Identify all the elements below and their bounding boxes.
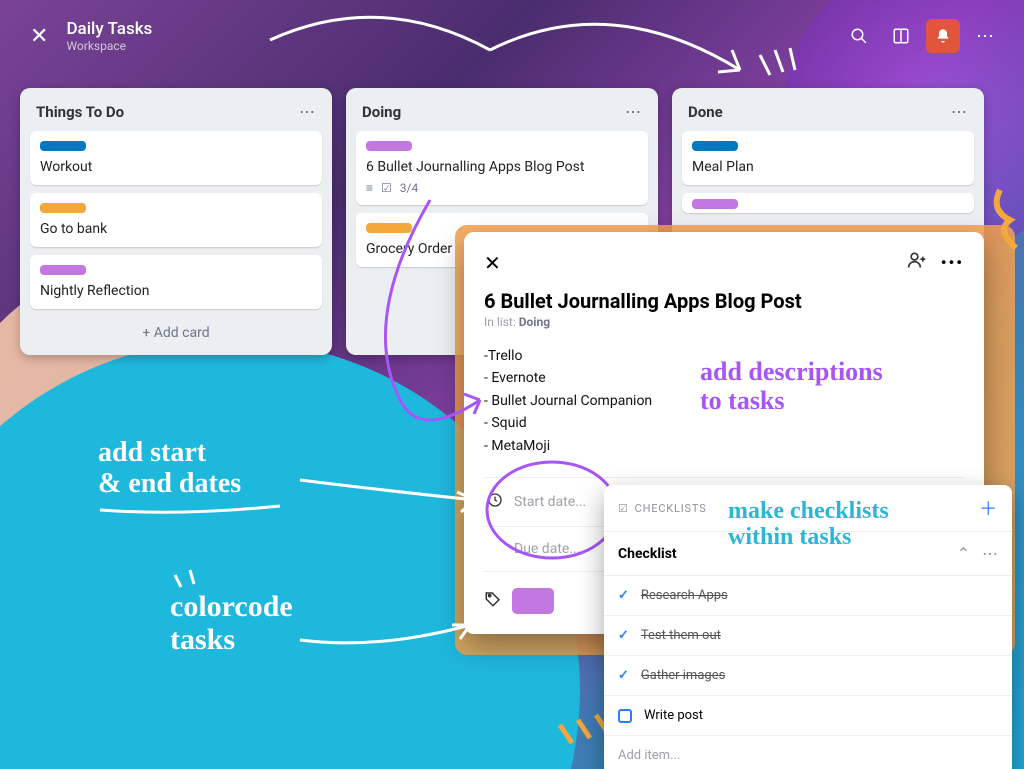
checklist-item[interactable]: ✓ Gather images [604, 656, 1012, 696]
checklist-item-text: Research Apps [641, 588, 728, 603]
list-title[interactable]: Things To Do [36, 103, 124, 121]
due-date-placeholder: Due date... [514, 541, 580, 557]
description-icon: ≡ [366, 181, 373, 195]
card-label-purple [366, 141, 412, 151]
add-checklist-button[interactable]: ＋ [979, 495, 998, 521]
tag-icon [484, 590, 502, 612]
modal-more-icon[interactable]: ••• [941, 253, 964, 272]
card[interactable]: Meal Plan [682, 131, 974, 185]
checkbox-icon[interactable] [618, 709, 632, 723]
checklist-item-text: Write post [644, 708, 703, 723]
card-badges: ≡ ☑ 3/4 [366, 181, 638, 195]
add-checklist-item-input[interactable]: Add item... [604, 736, 1012, 769]
checklist-item-text: Gather images [641, 668, 725, 683]
card-title: Go to bank [40, 221, 312, 237]
list-menu-icon[interactable]: ⋯ [625, 102, 642, 121]
card[interactable] [682, 193, 974, 213]
notifications-icon[interactable] [926, 19, 960, 53]
card-label-purple [40, 265, 86, 275]
check-icon: ✓ [618, 628, 629, 643]
checklist-item-text: Test them out [641, 628, 721, 643]
checklist-item[interactable]: Write post [604, 696, 1012, 736]
start-date-placeholder: Start date... [514, 494, 586, 510]
card[interactable]: 6 Bullet Journalling Apps Blog Post ≡ ☑ … [356, 131, 648, 205]
checklist-item[interactable]: ✓ Research Apps [604, 576, 1012, 616]
card-title: 6 Bullet Journalling Apps Blog Post [366, 159, 638, 175]
checklist-badge-icon: ☑ [381, 181, 392, 195]
modal-in-list[interactable]: In list: Doing [484, 315, 964, 329]
list-menu-icon[interactable]: ⋯ [299, 102, 316, 121]
checklist-section-label: CHECKLISTS [635, 502, 707, 515]
modal-description[interactable]: -Trello - Evernote - Bullet Journal Comp… [484, 345, 964, 457]
card[interactable]: Workout [30, 131, 322, 185]
card-title: Nightly Reflection [40, 283, 312, 299]
list-title[interactable]: Done [688, 103, 723, 121]
board-subtitle: Workspace [66, 39, 152, 53]
card-label-orange [40, 203, 86, 213]
checklist-section-icon: ☑ [618, 502, 629, 515]
boards-icon[interactable] [884, 19, 918, 53]
card-label-orange [366, 223, 412, 233]
close-board-button[interactable]: ✕ [18, 16, 60, 57]
card-title: Workout [40, 159, 312, 175]
list-menu-icon[interactable]: ⋯ [951, 102, 968, 121]
checklist-item[interactable]: ✓ Test them out [604, 616, 1012, 656]
more-menu-icon[interactable]: ⋯ [968, 19, 1002, 53]
card-title: Meal Plan [692, 159, 964, 175]
add-card-button[interactable]: + Add card [30, 317, 322, 343]
clock-icon [486, 492, 504, 512]
check-icon: ✓ [618, 588, 629, 603]
list-things-to-do: Things To Do ⋯ Workout Go to bank Nightl… [20, 88, 332, 355]
card-label-purple [692, 199, 738, 209]
check-icon: ✓ [618, 668, 629, 683]
top-bar: ✕ Daily Tasks Workspace ⋯ [0, 0, 1024, 72]
card[interactable]: Go to bank [30, 193, 322, 247]
checklist-panel: ☑ CHECKLISTS ＋ Checklist ⌃ ⋯ ✓ Research … [604, 485, 1012, 769]
card-label-blue [692, 141, 738, 151]
modal-close-button[interactable]: ✕ [484, 251, 501, 275]
board-title: Daily Tasks [66, 19, 152, 39]
checklist-badge-text: 3/4 [400, 181, 418, 195]
search-icon[interactable] [842, 19, 876, 53]
collapse-checklist-icon[interactable]: ⌃ [957, 544, 970, 563]
list-title[interactable]: Doing [362, 103, 401, 121]
modal-card-title[interactable]: 6 Bullet Journalling Apps Blog Post [484, 289, 964, 313]
add-member-icon[interactable] [907, 250, 927, 275]
card[interactable]: Nightly Reflection [30, 255, 322, 309]
checklist-more-icon[interactable]: ⋯ [982, 544, 998, 563]
checklist-title[interactable]: Checklist [618, 546, 677, 562]
board-title-block[interactable]: Daily Tasks Workspace [66, 19, 152, 53]
card-label-blue [40, 141, 86, 151]
label-swatch-purple[interactable] [512, 588, 554, 614]
